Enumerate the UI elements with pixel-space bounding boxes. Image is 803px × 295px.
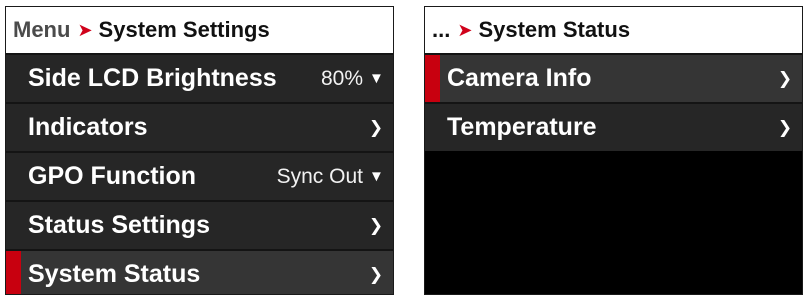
menu-item-temperature[interactable]: Temperature ❯ xyxy=(425,102,802,151)
breadcrumb: ... ➤ System Status xyxy=(425,7,802,53)
chevron-right-icon: ❯ xyxy=(368,117,384,137)
menu-item-value: 80% xyxy=(320,66,363,90)
menu-item-label: Side LCD Brightness xyxy=(28,64,277,92)
breadcrumb: Menu ➤ System Settings xyxy=(6,7,393,53)
menu-item-label: Status Settings xyxy=(28,211,210,239)
chevron-down-icon: ▼ xyxy=(369,168,384,185)
menu-item-system-status[interactable]: System Status ❯ xyxy=(6,249,393,294)
page-title: System Status xyxy=(478,17,631,42)
menu-item-label: Indicators xyxy=(28,113,148,141)
menu-item-indicators[interactable]: Indicators ❯ xyxy=(6,102,393,151)
menu-item-gpo-function[interactable]: GPO Function Sync Out ▼ xyxy=(6,151,393,200)
menu-item-value: Sync Out xyxy=(276,164,363,188)
system-status-panel: ... ➤ System Status Camera Info ❯ Temper… xyxy=(424,6,803,295)
page-title: System Settings xyxy=(98,17,270,42)
selection-indicator xyxy=(6,251,21,294)
chevron-down-icon: ▼ xyxy=(369,70,384,87)
menu-item-label: Temperature xyxy=(447,113,597,141)
chevron-right-icon: ❯ xyxy=(777,68,793,88)
chevron-right-icon: ❯ xyxy=(368,215,384,235)
chevron-right-icon: ➤ xyxy=(77,19,93,40)
chevron-right-icon: ❯ xyxy=(777,117,793,137)
menu-item-label: Camera Info xyxy=(447,64,592,92)
breadcrumb-parent[interactable]: ... xyxy=(432,17,450,43)
menu-item-side-lcd-brightness[interactable]: Side LCD Brightness 80% ▼ xyxy=(6,53,393,102)
menu-item-label: GPO Function xyxy=(28,162,197,190)
selection-indicator xyxy=(425,55,440,102)
system-settings-panel: Menu ➤ System Settings Side LCD Brightne… xyxy=(5,6,394,295)
chevron-right-icon: ➤ xyxy=(457,19,473,40)
menu-item-status-settings[interactable]: Status Settings ❯ xyxy=(6,200,393,249)
breadcrumb-parent[interactable]: Menu xyxy=(13,17,70,43)
menu-item-label: System Status xyxy=(28,260,201,288)
chevron-right-icon: ❯ xyxy=(368,264,384,284)
menu-item-camera-info[interactable]: Camera Info ❯ xyxy=(425,53,802,102)
